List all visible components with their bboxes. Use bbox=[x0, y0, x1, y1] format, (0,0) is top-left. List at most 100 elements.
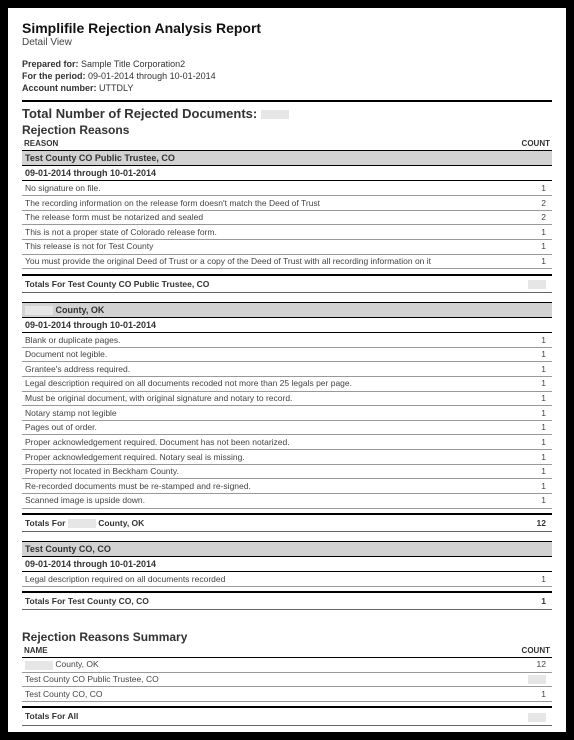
count-cell: 1 bbox=[513, 391, 552, 406]
summary-count: 1 bbox=[452, 687, 552, 702]
reason-cell: Legal description required on all docume… bbox=[22, 376, 513, 391]
summary-row: Test County CO Public Trustee, CO bbox=[22, 672, 552, 687]
reasons-table: REASON COUNT Test County CO Public Trust… bbox=[22, 137, 552, 620]
report-meta: Prepared for: Sample Title Corporation2 … bbox=[22, 58, 552, 94]
date-range-header: 09-01-2014 through 10-01-2014 bbox=[22, 557, 552, 572]
report-subtitle: Detail View bbox=[22, 37, 552, 48]
total-rejected-heading: Total Number of Rejected Documents: bbox=[22, 106, 552, 121]
group-total-label: Totals For Test County CO, CO bbox=[22, 592, 513, 610]
group-total-row: Totals For County, OK12 bbox=[22, 514, 552, 532]
table-row: Property not located in Beckham County.1 bbox=[22, 464, 552, 479]
reason-cell: Re-recorded documents must be re-stamped… bbox=[22, 479, 513, 494]
redacted bbox=[528, 280, 546, 289]
count-cell: 1 bbox=[513, 347, 552, 362]
redacted bbox=[25, 306, 53, 315]
count-cell: 2 bbox=[513, 210, 552, 225]
table-row: Legal description required on all docume… bbox=[22, 572, 552, 587]
period-value: 09-01-2014 through 10-01-2014 bbox=[88, 71, 216, 81]
count-cell: 1 bbox=[513, 254, 552, 269]
count-cell: 1 bbox=[513, 362, 552, 377]
table-row: Must be original document, with original… bbox=[22, 391, 552, 406]
reason-cell: No signature on file. bbox=[22, 181, 513, 196]
prepared-for-value: Sample Title Corporation2 bbox=[81, 59, 185, 69]
report-title: Simplifile Rejection Analysis Report bbox=[22, 20, 552, 36]
group-total-count: 12 bbox=[513, 514, 552, 532]
count-cell: 1 bbox=[513, 239, 552, 254]
table-row: Document not legible.1 bbox=[22, 347, 552, 362]
summary-count: 12 bbox=[452, 657, 552, 672]
table-row: This is not a proper state of Colorado r… bbox=[22, 225, 552, 240]
group-total-label: Totals For County, OK bbox=[22, 514, 513, 532]
reason-cell: Grantee's address required. bbox=[22, 362, 513, 377]
group-total-row: Totals For Test County CO Public Trustee… bbox=[22, 275, 552, 293]
total-rejected-label: Total Number of Rejected Documents: bbox=[22, 106, 257, 121]
summary-row: Test County CO, CO1 bbox=[22, 687, 552, 702]
summary-total-label: Totals For All bbox=[22, 707, 452, 725]
summary-total-row: Totals For All bbox=[22, 707, 552, 725]
count-cell: 1 bbox=[513, 493, 552, 508]
redacted bbox=[528, 713, 546, 722]
summary-table: NAME COUNT County, OK12Test County CO Pu… bbox=[22, 644, 552, 726]
period-label: For the period: bbox=[22, 71, 86, 81]
report-frame: Simplifile Rejection Analysis Report Det… bbox=[0, 0, 574, 740]
rejection-reasons-title: Rejection Reasons bbox=[22, 123, 552, 137]
count-cell: 1 bbox=[513, 225, 552, 240]
group-total-count bbox=[513, 275, 552, 293]
summary-name: County, OK bbox=[22, 657, 452, 672]
account-label: Account number: bbox=[22, 83, 97, 93]
reason-cell: Property not located in Beckham County. bbox=[22, 464, 513, 479]
count-cell: 1 bbox=[513, 420, 552, 435]
divider bbox=[22, 100, 552, 102]
group-header: Test County CO, CO bbox=[22, 542, 552, 557]
reason-cell: The recording information on the release… bbox=[22, 196, 513, 211]
prepared-for-label: Prepared for: bbox=[22, 59, 79, 69]
count-cell: 1 bbox=[513, 464, 552, 479]
redacted bbox=[25, 661, 53, 670]
account-value: UTTDLY bbox=[99, 83, 133, 93]
group-header: County, OK bbox=[22, 302, 552, 317]
table-row: Blank or duplicate pages.1 bbox=[22, 333, 552, 348]
count-cell: 1 bbox=[513, 479, 552, 494]
count-cell: 2 bbox=[513, 196, 552, 211]
reason-cell: This is not a proper state of Colorado r… bbox=[22, 225, 513, 240]
col-name: NAME bbox=[22, 644, 452, 658]
group-total-row: Totals For Test County CO, CO1 bbox=[22, 592, 552, 610]
reason-cell: Proper acknowledgement required. Documen… bbox=[22, 435, 513, 450]
group-name: County, OK bbox=[56, 305, 105, 315]
date-range-header: 09-01-2014 through 10-01-2014 bbox=[22, 166, 552, 181]
table-row: You must provide the original Deed of Tr… bbox=[22, 254, 552, 269]
reason-cell: Must be original document, with original… bbox=[22, 391, 513, 406]
count-cell: 1 bbox=[513, 572, 552, 587]
reason-cell: Proper acknowledgement required. Notary … bbox=[22, 450, 513, 465]
count-cell: 1 bbox=[513, 181, 552, 196]
table-row: Notary stamp not legible1 bbox=[22, 406, 552, 421]
table-row: Grantee's address required.1 bbox=[22, 362, 552, 377]
reason-cell: This release is not for Test County bbox=[22, 239, 513, 254]
table-row: Legal description required on all docume… bbox=[22, 376, 552, 391]
reason-cell: You must provide the original Deed of Tr… bbox=[22, 254, 513, 269]
count-cell: 1 bbox=[513, 406, 552, 421]
reason-cell: Pages out of order. bbox=[22, 420, 513, 435]
redacted bbox=[528, 675, 546, 684]
table-row: The recording information on the release… bbox=[22, 196, 552, 211]
count-cell: 1 bbox=[513, 333, 552, 348]
table-row: Proper acknowledgement required. Notary … bbox=[22, 450, 552, 465]
summary-name: Test County CO Public Trustee, CO bbox=[22, 672, 452, 687]
reason-cell: Legal description required on all docume… bbox=[22, 572, 513, 587]
table-row: No signature on file.1 bbox=[22, 181, 552, 196]
count-cell: 1 bbox=[513, 376, 552, 391]
summary-title: Rejection Reasons Summary bbox=[22, 630, 552, 644]
col-count: COUNT bbox=[452, 644, 552, 658]
table-row: Scanned image is upside down.1 bbox=[22, 493, 552, 508]
total-rejected-value-redacted bbox=[261, 110, 289, 119]
count-cell: 1 bbox=[513, 435, 552, 450]
table-row: This release is not for Test County1 bbox=[22, 239, 552, 254]
reason-cell: Blank or duplicate pages. bbox=[22, 333, 513, 348]
group-name: Test County CO, CO bbox=[25, 544, 111, 554]
date-range-header: 09-01-2014 through 10-01-2014 bbox=[22, 318, 552, 333]
col-count: COUNT bbox=[513, 137, 552, 151]
col-reason: REASON bbox=[22, 137, 513, 151]
table-row: Pages out of order.1 bbox=[22, 420, 552, 435]
summary-count bbox=[452, 672, 552, 687]
group-total-label: Totals For Test County CO Public Trustee… bbox=[22, 275, 513, 293]
